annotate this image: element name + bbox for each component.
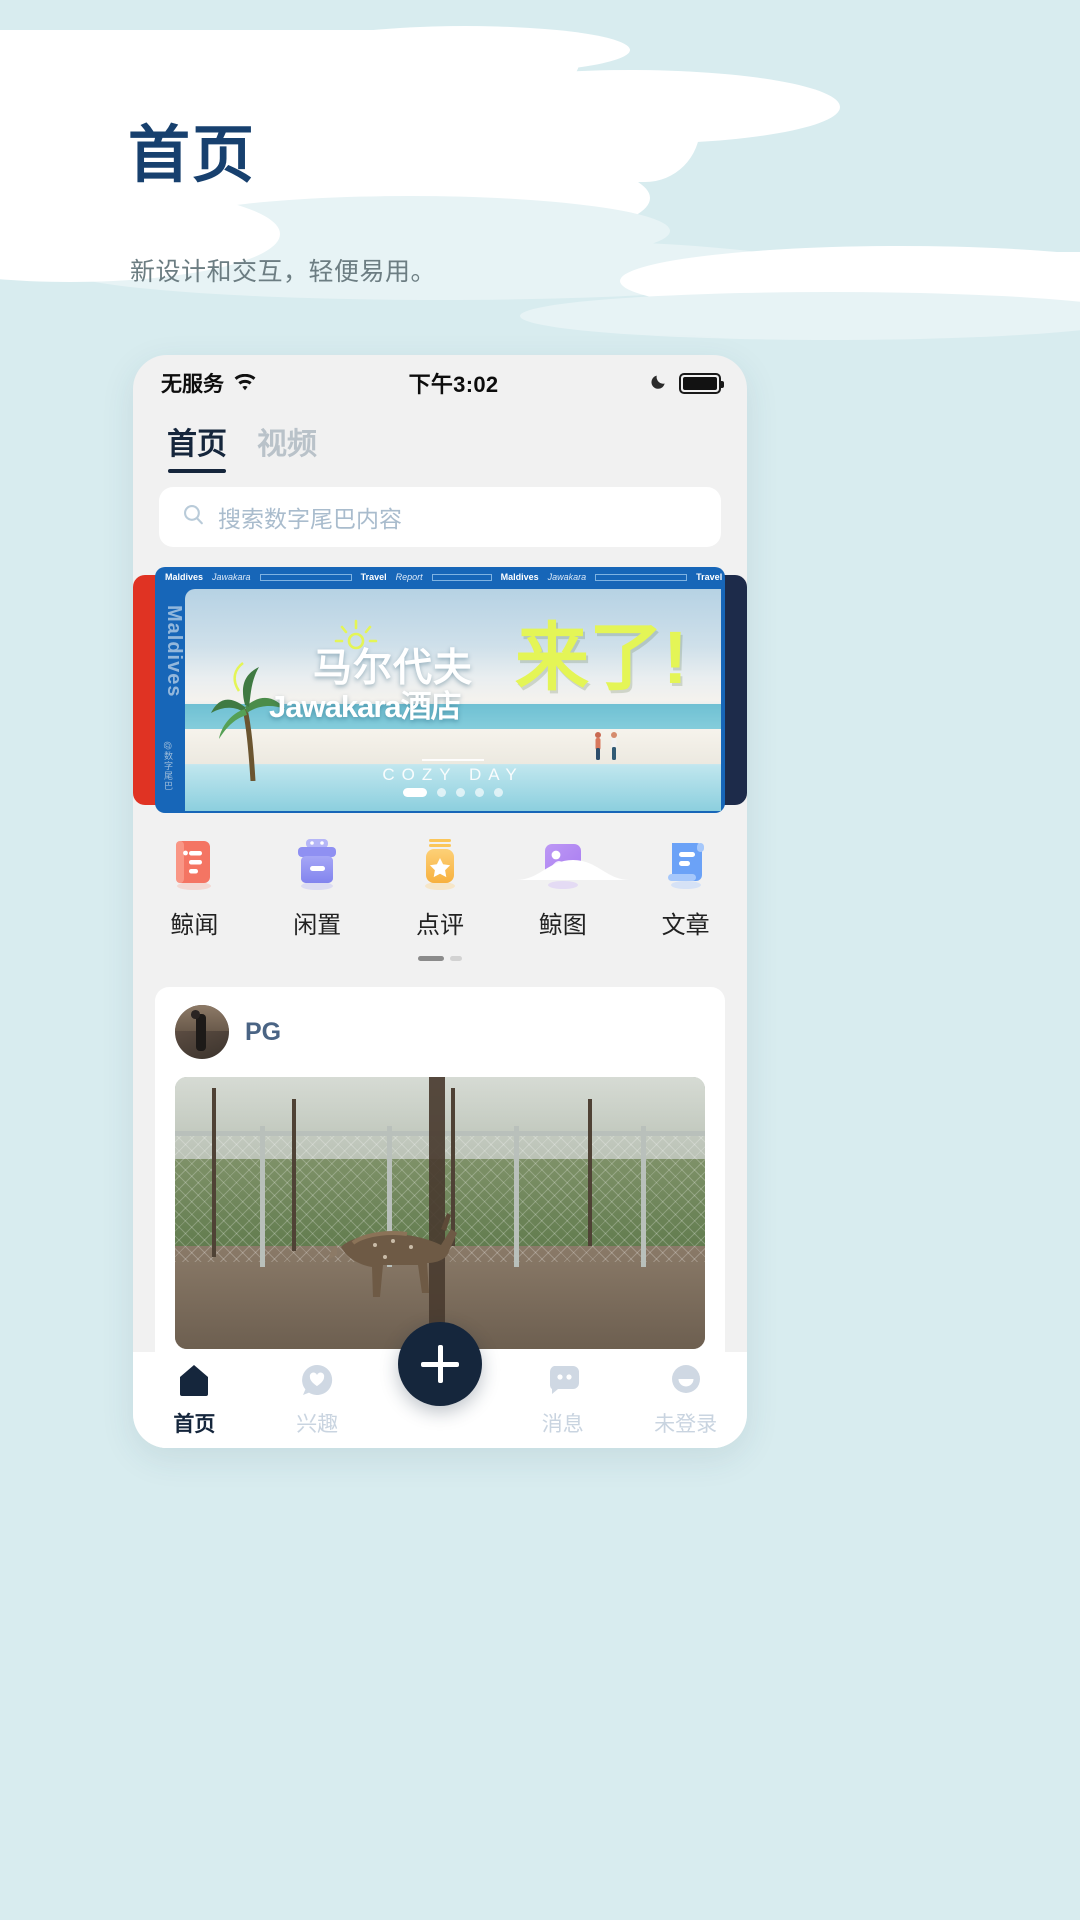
article-scroll-icon	[658, 835, 714, 891]
nav-label: 兴趣	[296, 1413, 339, 1436]
battery-icon	[679, 372, 724, 394]
quick-link-dianping[interactable]: 点评	[379, 835, 502, 940]
message-icon	[544, 1362, 582, 1398]
ticker-brand: Maldives	[165, 572, 204, 582]
carrier-label: 无服务	[161, 373, 224, 396]
banner-slide[interactable]: Maldives Jawakara Travel Report Maldives…	[155, 567, 725, 813]
content-tabs: 首页 视频	[133, 411, 747, 473]
quick-link-label: 闲置	[293, 912, 342, 939]
quick-link-label: 鲸闻	[170, 912, 219, 939]
quick-link-wenzhang[interactable]: 文章	[624, 835, 747, 940]
carousel-dot[interactable]	[437, 788, 446, 797]
nav-item-messages[interactable]: 消息	[501, 1362, 624, 1438]
quick-links-section: 鲸闻 闲置 点评 鲸图 文章	[133, 813, 747, 971]
carousel-dot[interactable]	[456, 788, 465, 797]
deer-illustration	[329, 1213, 458, 1298]
banner-footer: COZY DAY	[185, 759, 721, 785]
nav-label: 消息	[541, 1413, 584, 1436]
carousel-dot[interactable]	[403, 788, 427, 797]
news-doc-icon	[166, 835, 222, 891]
quick-link-label: 文章	[661, 912, 710, 939]
page-subtitle: 新设计和交互，轻便易用。	[130, 258, 437, 286]
quick-link-label: 鲸图	[538, 912, 587, 939]
moon-icon	[650, 371, 669, 396]
nav-item-account[interactable]: 未登录	[624, 1362, 747, 1438]
nav-item-home[interactable]: 首页	[133, 1362, 256, 1438]
secondhand-box-icon	[289, 835, 345, 891]
post-author-row[interactable]: PG	[175, 1005, 705, 1059]
post-image[interactable]	[175, 1077, 705, 1349]
beach-people-icon	[595, 732, 617, 760]
quick-links-pager[interactable]	[133, 956, 747, 961]
review-star-jar-icon	[412, 835, 468, 891]
nav-label: 首页	[173, 1413, 216, 1436]
banner-title-en: Jawakara酒店	[269, 689, 462, 724]
post-author-name[interactable]: PG	[245, 1018, 281, 1047]
create-post-fab[interactable]	[398, 1322, 482, 1406]
banner-carousel[interactable]: Maldives Jawakara Travel Report Maldives…	[133, 567, 747, 813]
nav-item-interests[interactable]: 兴趣	[256, 1362, 379, 1438]
banner-footer-text: COZY DAY	[382, 765, 524, 784]
ticker-name: Report	[395, 572, 423, 582]
pager-dot-active[interactable]	[418, 956, 444, 961]
nav-label: 未登录	[654, 1413, 718, 1436]
wifi-icon	[233, 373, 257, 392]
home-icon	[175, 1362, 213, 1398]
page-title: 首页	[128, 121, 257, 190]
tab-home[interactable]: 首页	[167, 419, 227, 473]
ticker-name: Jawakara	[212, 572, 251, 582]
banner-artwork: 马尔代夫 Jawakara酒店 来了! COZY DAY	[185, 589, 721, 811]
gallery-image-icon	[535, 835, 591, 891]
quick-link-label: 点评	[415, 912, 464, 939]
pager-dot[interactable]	[450, 956, 462, 961]
status-bar: 无服务 下午3:02	[133, 355, 747, 411]
carousel-dots[interactable]	[185, 788, 721, 797]
search-input[interactable]: 搜索数字尾巴内容	[218, 500, 402, 534]
ticker-brand: Travel	[696, 572, 723, 582]
page-root: 首页 新设计和交互，轻便易用。 无服务 下午3:02 首页 视频 搜索数字尾巴内…	[0, 0, 1080, 1920]
quick-link-xianzhi[interactable]: 闲置	[256, 835, 379, 940]
account-icon	[667, 1362, 705, 1398]
search-bar[interactable]: 搜索数字尾巴内容	[159, 487, 721, 547]
avatar[interactable]	[175, 1005, 229, 1059]
ticker-brand: Maldives	[500, 572, 539, 582]
banner-vertical-brand: Maldives	[163, 605, 185, 698]
status-time: 下午3:02	[408, 372, 499, 397]
search-icon	[181, 502, 206, 532]
phone-frame: 无服务 下午3:02 首页 视频 搜索数字尾巴内容 Maldives Jawak…	[133, 355, 747, 1448]
ticker-name: Jawakara	[547, 572, 587, 582]
carousel-dot[interactable]	[475, 788, 484, 797]
banner-highlight: 来了!	[515, 616, 688, 699]
carousel-dot[interactable]	[494, 788, 503, 797]
quick-link-jingtu[interactable]: 鲸图	[501, 835, 624, 940]
quick-link-jingwen[interactable]: 鲸闻	[133, 835, 256, 940]
ticker-brand: Travel	[360, 572, 387, 582]
bottom-nav: 首页 兴趣 . 消息	[133, 860, 880, 1448]
banner-ticker: Maldives Jawakara Travel Report Maldives…	[155, 567, 725, 587]
tab-video[interactable]: 视频	[257, 419, 317, 473]
heart-bubble-icon	[298, 1362, 336, 1398]
banner-vertical-handle: @数字尾巴	[163, 740, 173, 791]
